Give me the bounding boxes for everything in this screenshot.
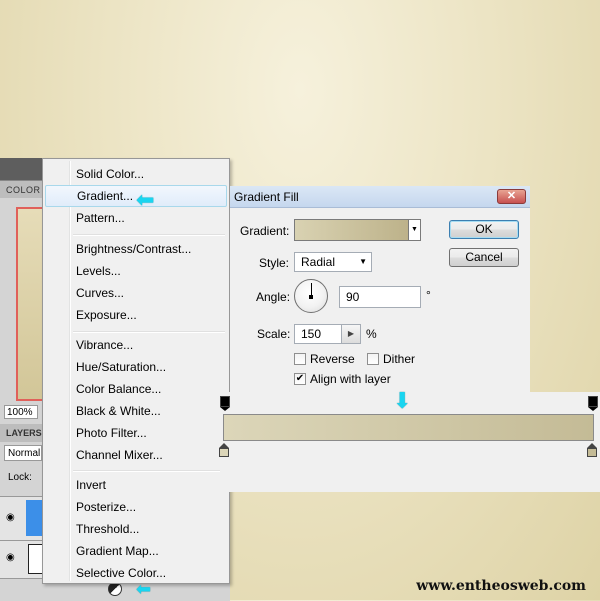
watermark: www.entheosweb.com [416, 578, 586, 594]
menu-separator [73, 470, 225, 472]
blend-mode-select[interactable]: Normal [4, 445, 42, 461]
menu-separator [73, 331, 225, 333]
gradient-swatch[interactable] [294, 219, 409, 241]
menu-item-exposure[interactable]: Exposure... [45, 304, 227, 326]
ok-button[interactable]: OK [449, 220, 519, 239]
opacity-stop-right[interactable] [588, 396, 598, 407]
reverse-checkbox[interactable] [294, 353, 306, 365]
color-stop-left[interactable] [219, 448, 229, 457]
arrow-down-icon: ⬇ [393, 388, 412, 413]
lock-label: Lock: [8, 472, 32, 483]
menu-separator [73, 234, 225, 236]
style-label: Style: [259, 256, 290, 270]
menu-item-photo-filter[interactable]: Photo Filter... [45, 422, 227, 444]
color-stop-right[interactable] [587, 448, 597, 457]
close-icon[interactable]: ✕ [497, 189, 526, 204]
zoom-level[interactable]: 100% [4, 405, 38, 419]
menu-item-hue-saturation[interactable]: Hue/Saturation... [45, 356, 227, 378]
menu-item-color-balance[interactable]: Color Balance... [45, 378, 227, 400]
chevron-down-icon: ▼ [359, 257, 367, 266]
menu-item-gradient-map[interactable]: Gradient Map... [45, 540, 227, 562]
align-with-layer-checkbox[interactable]: ✔ [294, 373, 306, 385]
menu-item-threshold[interactable]: Threshold... [45, 518, 227, 540]
layer-thumbnail [26, 500, 42, 536]
menu-item-vibrance[interactable]: Vibrance... [45, 334, 227, 356]
opacity-stop-left[interactable] [220, 396, 230, 407]
menu-item-channel-mixer[interactable]: Channel Mixer... [45, 444, 227, 466]
arrow-left-icon: ⬅ [136, 187, 155, 212]
dither-label: Dither [383, 352, 416, 366]
layers-panel-tab[interactable]: LAYERS [0, 424, 44, 442]
menu-item-invert[interactable]: Invert [45, 474, 227, 496]
scale-input[interactable]: 150 [294, 324, 342, 344]
chevron-down-icon[interactable]: ▼ [409, 219, 421, 241]
menu-item-curves[interactable]: Curves... [45, 282, 227, 304]
style-select-value: Radial [301, 255, 336, 269]
adjustment-layer-menu: Solid Color... Gradient... Pattern... Br… [42, 158, 230, 584]
adjustment-layer-icon[interactable] [108, 582, 122, 596]
eye-icon[interactable]: ◉ [6, 552, 15, 563]
menu-item-levels[interactable]: Levels... [45, 260, 227, 282]
angle-dial-center [309, 295, 313, 299]
scale-label: Scale: [257, 327, 291, 341]
menu-item-brightness-contrast[interactable]: Brightness/Contrast... [45, 238, 227, 260]
reverse-label: Reverse [310, 352, 355, 366]
angle-label: Angle: [256, 290, 291, 304]
degree-unit: ° [426, 288, 431, 302]
opacity-stop-pointer [220, 407, 230, 411]
gradient-label: Gradient: [240, 224, 290, 238]
angle-input[interactable]: 90 [339, 286, 421, 308]
scale-slider-toggle[interactable]: ▶ [341, 324, 361, 344]
menu-item-black-white[interactable]: Black & White... [45, 400, 227, 422]
gradient-bar[interactable] [223, 414, 594, 441]
dialog-title: Gradient Fill [234, 190, 299, 204]
opacity-stop-pointer [588, 407, 598, 411]
style-select[interactable]: Radial ▼ [294, 252, 372, 272]
cancel-button[interactable]: Cancel [449, 248, 519, 267]
align-with-layer-label: Align with layer [310, 372, 391, 386]
percent-unit: % [366, 327, 377, 341]
arrow-left-icon: ⬅ [136, 579, 152, 599]
menu-item-solid-color[interactable]: Solid Color... [45, 163, 227, 185]
dither-checkbox[interactable] [367, 353, 379, 365]
color-panel-tab[interactable]: COLOR [0, 180, 42, 198]
menu-item-posterize[interactable]: Posterize... [45, 496, 227, 518]
eye-icon[interactable]: ◉ [6, 512, 15, 523]
